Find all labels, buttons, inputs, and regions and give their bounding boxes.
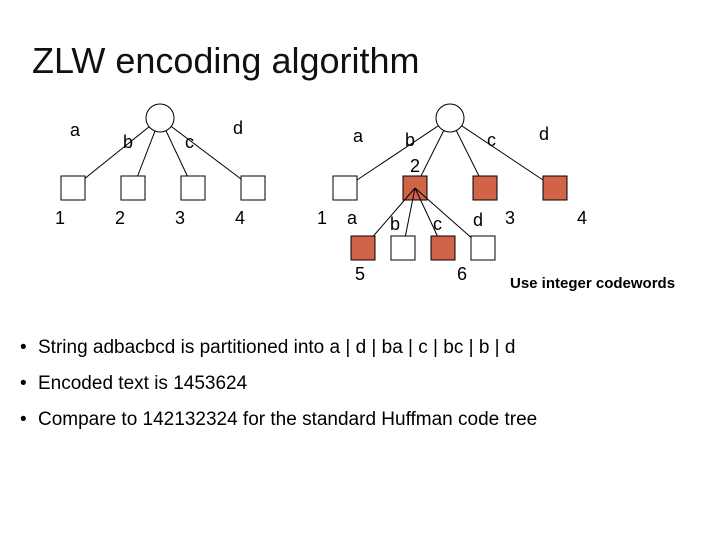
page-title: ZLW encoding algorithm <box>32 40 420 82</box>
t1-edge-d: d <box>233 118 243 139</box>
t2-leaf-5: 5 <box>355 264 365 285</box>
diagram-area: a b c d 1 2 3 4 a b c d 2 1 3 4 a <box>55 100 685 300</box>
t1-leaf-4: 4 <box>235 208 245 229</box>
bullet-item: • Encoded text is 1453624 <box>20 366 700 402</box>
t1-edge-a: a <box>70 120 80 141</box>
t2-edge-b: b <box>405 130 415 151</box>
t2-leaf-3: 3 <box>505 208 515 229</box>
t1-edge-c: c <box>185 132 194 153</box>
t2-edge-d: d <box>539 124 549 145</box>
bullet-text: Compare to 142132324 for the standard Hu… <box>38 402 537 438</box>
annotation-text: Use integer codewords <box>510 275 675 292</box>
t2-edge-a: a <box>353 126 363 147</box>
t2-bedge-c: c <box>433 214 442 235</box>
t2-bedge-b: b <box>390 214 400 235</box>
t2-bedge-d: d <box>473 210 483 231</box>
t1-edge-b: b <box>123 132 133 153</box>
bullet-text: Encoded text is 1453624 <box>38 366 247 402</box>
bullet-item: • String adbacbcd is partitioned into a … <box>20 330 700 366</box>
bullet-dot-icon: • <box>20 402 38 438</box>
bullet-dot-icon: • <box>20 330 38 366</box>
t2-leaf-1: 1 <box>317 208 327 229</box>
t1-leaf-2: 2 <box>115 208 125 229</box>
t2-edge-c: c <box>487 130 496 151</box>
t2-leaf-4: 4 <box>577 208 587 229</box>
bullet-item: • Compare to 142132324 for the standard … <box>20 402 700 438</box>
t1-leaf-3: 3 <box>175 208 185 229</box>
bullet-dot-icon: • <box>20 366 38 402</box>
bullet-list: • String adbacbcd is partitioned into a … <box>20 330 700 438</box>
t2-bedge-a: a <box>347 208 357 229</box>
bullet-text: String adbacbcd is partitioned into a | … <box>38 330 515 366</box>
t2-leaf-6: 6 <box>457 264 467 285</box>
t2-node-2-label: 2 <box>410 156 420 177</box>
t1-leaf-1: 1 <box>55 208 65 229</box>
